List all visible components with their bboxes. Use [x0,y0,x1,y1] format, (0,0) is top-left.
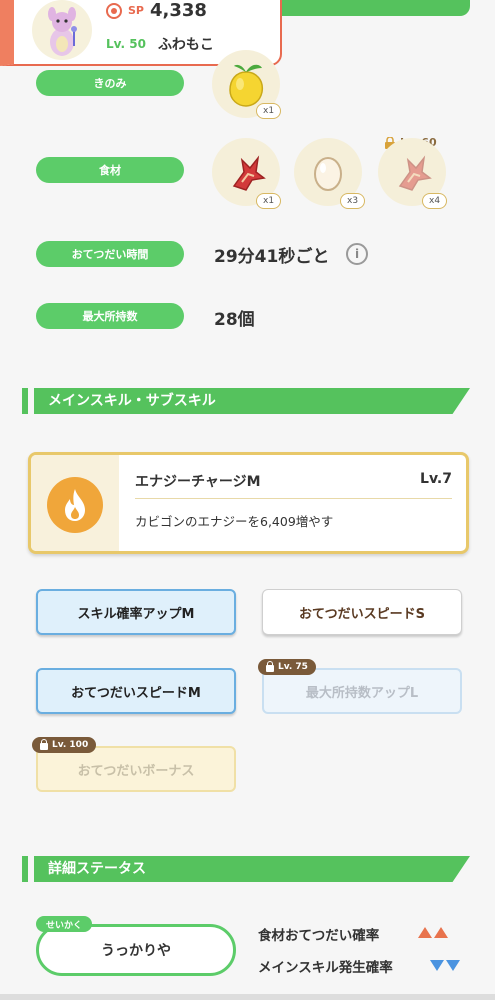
level-row: Lv. 50 ふわもこ [106,34,214,54]
pokemon-avatar [32,0,92,60]
ingredient-qty-1: x1 [256,193,282,209]
pokemon-sprite-icon [48,7,77,56]
carry-label-pill: 最大所持数 [36,303,184,329]
ingredient-qty-2: x3 [340,193,366,209]
subskill-button-2[interactable]: おてつだいスピードS [262,589,462,635]
main-skill-card[interactable]: エナジーチャージM Lv.7 カビゴンのエナジーを6,409増やす [28,452,469,554]
skills-section-heading: メインスキル・サブスキル [22,388,470,414]
info-icon[interactable]: i [346,243,368,265]
level-label: Lv. 50 [106,37,146,51]
lock-icon [40,738,48,750]
up-arrow-icon [418,927,432,938]
main-skill-icon-panel [31,455,119,551]
sp-row: SP 4,338 [106,0,207,21]
section-bar [22,856,28,882]
subskill-button-3[interactable]: おてつだいスピードM [36,668,236,714]
section-title: 詳細ステータス [48,861,146,877]
subskill-lock-level-5: Lv. 100 [52,740,89,750]
nature-tag: せいかく [36,916,93,932]
subskill-button-1[interactable]: スキル確率アップM [36,589,236,635]
section-title: メインスキル・サブスキル [48,393,216,409]
berry-qty: x1 [256,103,282,119]
sp-label: SP [128,4,144,17]
help-time-label-pill: おてつだい時間 [36,241,184,267]
bottom-edge [0,994,495,1000]
nature-up-stat: 食材おてつだい確率 [258,928,380,944]
up-arrow-icon [434,927,448,938]
details-section-heading: 詳細ステータス [22,856,470,882]
nature-down-stat: メインスキル発生確率 [258,960,393,976]
subskill-lock-tag-5: Lv. 100 [32,737,97,753]
down-arrow-icon [446,960,460,971]
subskill-lock-tag-4: Lv. 75 [258,659,316,675]
lock-icon [266,660,274,672]
carry-value: 28個 [214,310,255,330]
main-skill-level: Lv.7 [420,471,452,487]
ingredient-qty-3: x4 [422,193,448,209]
pokeball-icon [106,2,122,19]
divider [135,498,452,499]
berry-label-pill: きのみ [36,70,184,96]
main-skill-name: エナジーチャージM [135,474,261,490]
sp-value: 4,338 [149,0,207,21]
subskill-lock-level-4: Lv. 75 [278,662,308,672]
help-time-value: 29分41秒ごと [214,247,330,267]
nickname: ふわもこ [157,37,214,53]
section-bar [22,388,28,414]
main-skill-description: カビゴンのエナジーを6,409増やす [135,514,334,529]
ingredients-label-pill: 食材 [36,157,184,183]
flame-icon [65,489,85,521]
down-arrow-icon [430,960,444,971]
main-skill-badge [47,477,103,533]
